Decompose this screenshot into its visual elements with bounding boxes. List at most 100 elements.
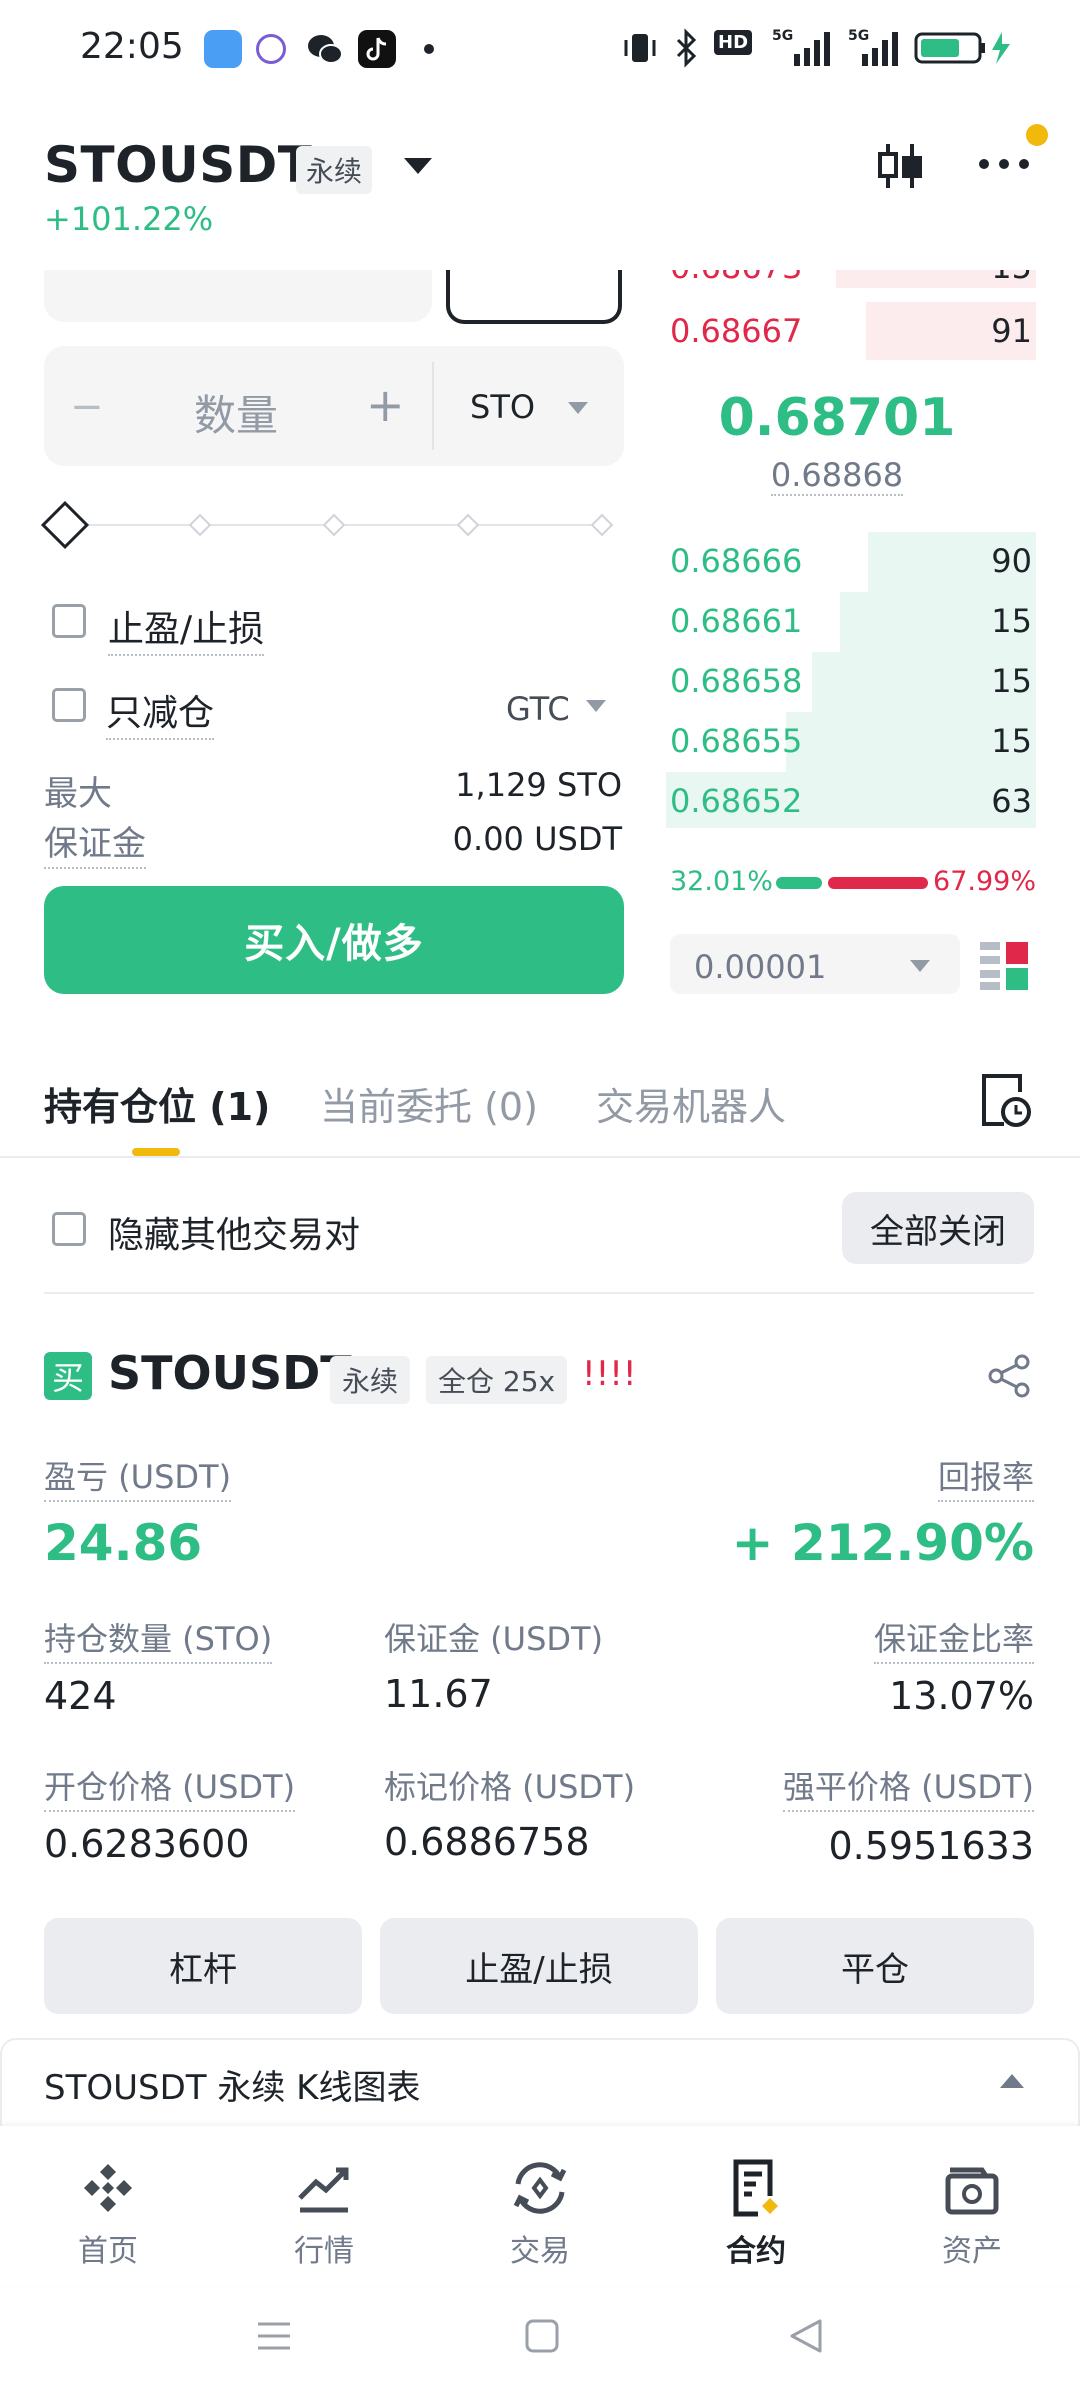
tab-positions[interactable]: 持有仓位 (1)	[44, 1076, 270, 1131]
order-history-icon[interactable]	[980, 1072, 1032, 1128]
mark-price[interactable]: 0.68868	[666, 456, 1008, 496]
position-pair[interactable]: STOUSDT	[108, 1346, 352, 1400]
tab-open-orders[interactable]: 当前委托 (0)	[320, 1076, 538, 1131]
kline-chart-title[interactable]: STOUSDT 永续 K线图表	[44, 2060, 420, 2109]
nav-markets[interactable]: 行情	[254, 2156, 394, 2276]
tpsl-checkbox[interactable]	[52, 604, 86, 638]
pair-dropdown-caret-icon[interactable]	[404, 158, 432, 174]
margin-ratio-label: 保证金比率	[873, 1614, 1034, 1664]
vibrate-icon	[624, 34, 656, 62]
position-margin-value: 11.67	[384, 1672, 493, 1716]
system-navigation-bar	[0, 2286, 1080, 2408]
slider-step-75[interactable]	[456, 513, 480, 537]
reduce-only-checkbox[interactable]	[52, 688, 86, 722]
tick-dropdown-caret-icon[interactable]	[910, 960, 930, 972]
slider-step-100[interactable]	[590, 513, 614, 537]
ask-qty: 15	[991, 270, 1032, 286]
bid-qty: 15	[991, 722, 1032, 760]
roe-label: 回报率	[937, 1452, 1034, 1502]
wallet-icon	[945, 2167, 999, 2215]
quantity-decrease-button[interactable]: −	[70, 384, 104, 430]
max-label: 最大	[44, 774, 112, 814]
close-position-button[interactable]: 平仓	[716, 1918, 1034, 2014]
reduce-only-label[interactable]: 只减仓	[106, 684, 215, 740]
status-bar: 22:05 HD 5G 5G	[0, 0, 1080, 96]
liquidation-price-label: 强平价格 (USDT)	[782, 1762, 1034, 1812]
more-options-icon[interactable]	[976, 152, 1032, 176]
time-in-force-select[interactable]: GTC	[506, 690, 570, 728]
order-type-toggle-partial[interactable]	[446, 270, 622, 324]
expand-caret-icon[interactable]	[1000, 2074, 1024, 2088]
quantity-input[interactable]	[44, 346, 624, 466]
candlestick-chart-icon[interactable]	[874, 140, 926, 192]
hide-other-pairs-label[interactable]: 隐藏其他交易对	[108, 1206, 360, 1258]
slider-step-25[interactable]	[188, 513, 212, 537]
share-icon[interactable]	[988, 1354, 1032, 1398]
entry-price-label: 开仓价格 (USDT)	[44, 1762, 296, 1812]
margin-mode-tag[interactable]: 全仓 25x	[426, 1356, 568, 1404]
mark-price-label: 标记价格 (USDT)	[384, 1768, 636, 1806]
nav-assets[interactable]: 资产	[902, 2156, 1042, 2276]
pair-title[interactable]: STOUSDT	[44, 136, 312, 194]
position-tpsl-button[interactable]: 止盈/止损	[380, 1918, 698, 2014]
tick-size-value: 0.00001	[694, 948, 827, 986]
battery-charging-icon	[914, 32, 1010, 64]
futures-document-icon	[733, 2159, 778, 2217]
nav-markets-label: 行情	[294, 2234, 354, 2269]
home-square-icon[interactable]	[524, 2318, 560, 2354]
margin-label: 保证金	[44, 816, 146, 869]
bid-row[interactable]: 0.68655 15	[666, 712, 1036, 772]
buy-ratio: 32.01%	[670, 866, 773, 897]
trade-swap-icon	[513, 2162, 567, 2214]
bid-price: 0.68661	[670, 602, 803, 640]
menu-icon[interactable]	[256, 2318, 292, 2354]
position-margin-label: 保证金 (USDT)	[384, 1620, 604, 1658]
margin-ratio-value: 13.07%	[889, 1674, 1034, 1718]
price-field-partial[interactable]	[44, 270, 432, 322]
ask-row-partial[interactable]: 0.68673 15	[666, 270, 1036, 288]
more-notifications-dot	[424, 44, 434, 54]
mark-price-value: 0.68868	[770, 456, 904, 496]
svg-text:5G: 5G	[772, 28, 793, 44]
slider-thumb[interactable]	[40, 500, 90, 550]
bid-row[interactable]: 0.68661 15	[666, 592, 1036, 652]
hd-indicator: HD	[714, 30, 753, 55]
leverage-button[interactable]: 杠杆	[44, 1918, 362, 2014]
quantity-increase-button[interactable]: +	[366, 378, 405, 432]
bid-row[interactable]: 0.68658 15	[666, 652, 1036, 712]
ask-price: 0.68667	[670, 312, 803, 350]
tif-dropdown-caret-icon[interactable]	[586, 700, 606, 712]
buy-long-button[interactable]: 买入/做多	[44, 886, 624, 994]
margin-value: 0.00 USDT	[452, 820, 622, 858]
size-label: 持仓数量 (STO)	[44, 1614, 273, 1664]
tab-trading-bots[interactable]: 交易机器人	[596, 1076, 786, 1131]
nav-trade[interactable]: 交易	[470, 2156, 610, 2276]
roe-value: + 212.90%	[731, 1514, 1034, 1572]
bid-qty: 90	[991, 542, 1032, 580]
last-price[interactable]: 0.68701	[666, 388, 1008, 448]
ask-price: 0.68673	[670, 270, 802, 286]
pnl-value: 24.86	[44, 1514, 203, 1572]
ask-row[interactable]: 0.68667 91	[666, 302, 1036, 360]
close-all-button[interactable]: 全部关闭	[842, 1192, 1034, 1264]
back-icon[interactable]	[788, 2318, 824, 2354]
risk-alert: !!!!	[582, 1354, 637, 1394]
nav-futures[interactable]: 合约	[686, 2156, 826, 2276]
order-book-layout-icon[interactable]	[980, 940, 1028, 990]
bid-row[interactable]: 0.68666 90	[666, 532, 1036, 592]
slider-step-50[interactable]	[322, 513, 346, 537]
nav-home[interactable]: 首页	[38, 2156, 178, 2276]
bid-price: 0.68666	[670, 542, 803, 580]
tpsl-label[interactable]: 止盈/止损	[108, 600, 265, 656]
unit-dropdown-caret-icon[interactable]	[568, 402, 588, 414]
quantity-unit-select[interactable]: STO	[470, 388, 535, 426]
hide-other-pairs-checkbox[interactable]	[52, 1212, 86, 1246]
bid-qty: 15	[991, 662, 1032, 700]
bid-qty: 63	[991, 782, 1032, 820]
svg-text:5G: 5G	[848, 28, 869, 44]
home-diamond-icon	[84, 2164, 132, 2212]
size-value: 424	[44, 1674, 117, 1718]
wechat-icon	[306, 30, 344, 68]
bid-price: 0.68652	[670, 782, 803, 820]
bid-row[interactable]: 0.68652 63	[666, 772, 1036, 828]
